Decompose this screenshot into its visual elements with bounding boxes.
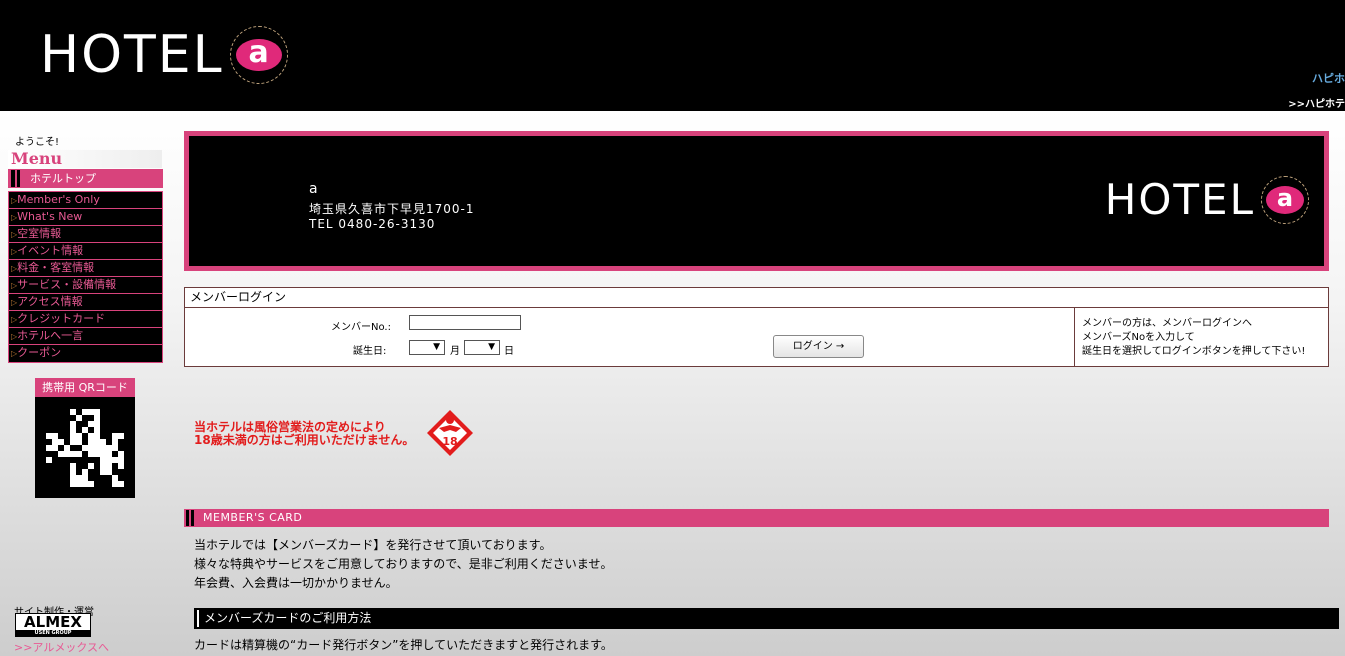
menu-item-hotel-top[interactable]: ホテルトップ (8, 169, 163, 188)
menu-item-members-only[interactable]: ▷Member's Only (9, 192, 162, 209)
menu-item-events[interactable]: ▷イベント情報 (9, 243, 162, 260)
birthday-label: 誕生日: (353, 346, 387, 357)
birth-day-select[interactable]: ▼ (464, 340, 500, 355)
qr-code-icon (46, 408, 124, 487)
logo-mark: a (229, 26, 288, 84)
login-heading: メンバーログイン (185, 288, 1328, 308)
qr-code-frame (35, 397, 135, 498)
happy-hotel-text-link[interactable]: >>ハピホテ (1288, 95, 1345, 110)
menu-item-rates-rooms[interactable]: ▷料金・客室情報 (9, 260, 162, 277)
member-no-label: メンバーNo.: (331, 322, 391, 333)
age-18-icon: 18 (427, 410, 473, 456)
menu-title: Menu (8, 150, 162, 168)
menu-item-access[interactable]: ▷アクセス情報 (9, 294, 162, 311)
birth-month-select[interactable]: ▼ (409, 340, 445, 355)
hotel-tel: TEL 0480-26-3130 (309, 217, 436, 231)
menu-item-services[interactable]: ▷サービス・設備情報 (9, 277, 162, 294)
login-instructions: メンバーの方は、メンバーログインへ メンバーズNoを入力して 誕生日を選択してロ… (1074, 308, 1329, 366)
members-card-description: 当ホテルでは【メンバーズカード】を発行させて頂いております。 様々な特典やサービ… (194, 538, 613, 590)
menu-item-credit-card[interactable]: ▷クレジットカード (9, 311, 162, 328)
qr-code-label: 携帯用 QRコード (35, 378, 135, 397)
svg-text:18: 18 (442, 435, 457, 448)
card-usage-heading: メンバーズカードのご利用方法 (194, 608, 1339, 629)
hotel-name: a (309, 181, 318, 197)
member-no-input[interactable] (409, 315, 521, 330)
menu-item-vacancy[interactable]: ▷空室情報 (9, 226, 162, 243)
age-restriction-notice: 当ホテルは風俗営業法の定めにより 18歳未満の方はご利用いただけません。 (194, 420, 415, 447)
menu-item-coupon[interactable]: ▷クーポン (9, 345, 162, 362)
welcome-text: ようこそ! (15, 137, 60, 148)
member-login-panel: メンバーログイン メンバーNo.: 誕生日: ▼ 月 ▼ 日 ログイン → メン… (184, 287, 1329, 367)
happy-hotel-banner-link[interactable]: ハピホ (1312, 70, 1345, 86)
dropdown-arrow-icon: ▼ (433, 342, 440, 352)
card-usage-text: カードは精算機の“カード発行ボタン”を押していただきますと発行されます。 (194, 638, 613, 652)
almex-link[interactable]: >>アルメックスへ (14, 639, 109, 655)
members-card-heading: MEMBER'S CARD (184, 509, 1329, 527)
menu-item-message[interactable]: ▷ホテルへ一言 (9, 328, 162, 345)
site-header: HOTEL a ハピホ >>ハピホテ (0, 0, 1345, 111)
logo-text: HOTEL (40, 25, 224, 85)
hotel-logo[interactable]: HOTEL a (40, 26, 288, 84)
hotel-info-banner: a 埼玉県久喜市下早見1700-1 TEL 0480-26-3130 HOTEL… (184, 131, 1329, 271)
sidebar-menu: ▷Member's Only ▷What's New ▷空室情報 ▷イベント情報… (8, 191, 163, 363)
dropdown-arrow-icon: ▼ (488, 342, 495, 352)
menu-item-whats-new[interactable]: ▷What's New (9, 209, 162, 226)
login-button[interactable]: ログイン → (773, 335, 864, 358)
banner-logo: HOTEL a (1105, 176, 1309, 224)
day-label: 日 (504, 346, 514, 357)
almex-logo[interactable]: ALMEX USEN GROUP (15, 613, 91, 637)
hotel-address: 埼玉県久喜市下早見1700-1 (309, 202, 475, 216)
month-label: 月 (450, 346, 460, 357)
